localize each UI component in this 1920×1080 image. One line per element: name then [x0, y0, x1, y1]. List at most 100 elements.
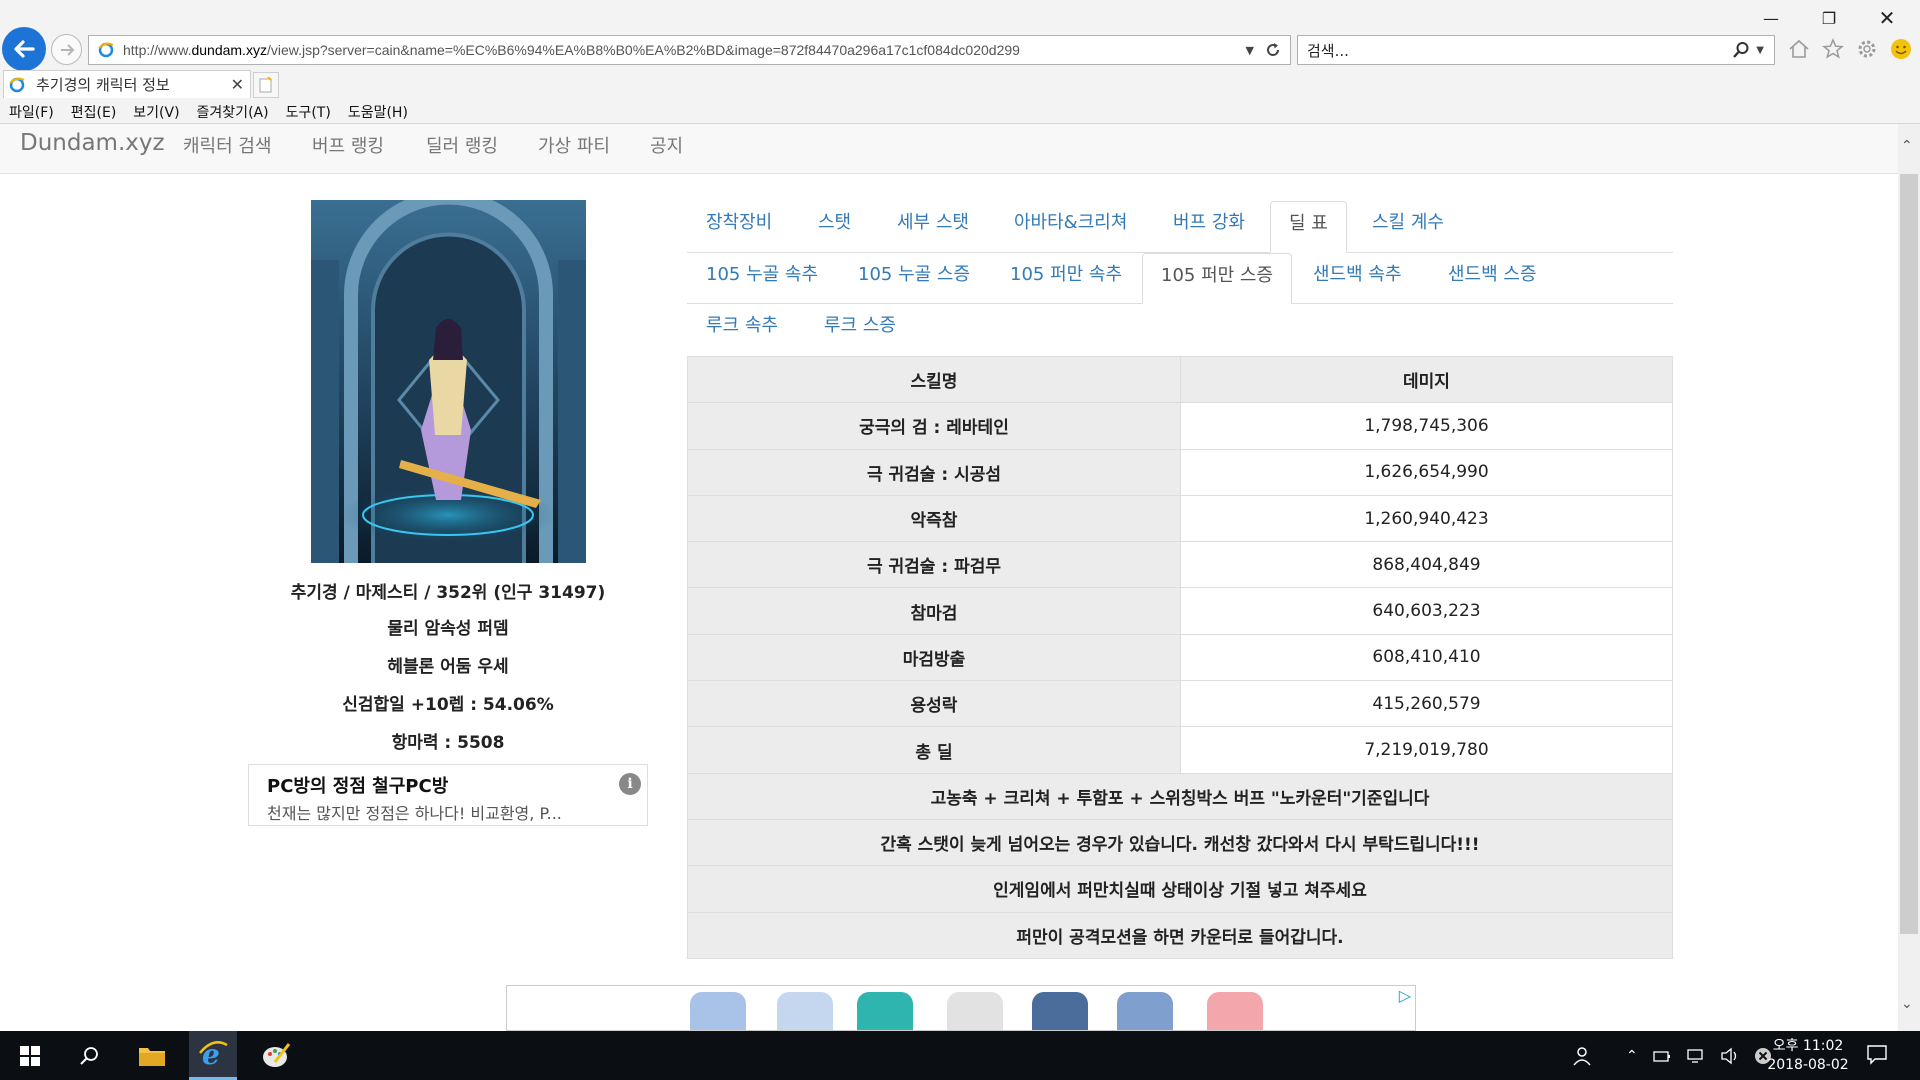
- bottom-banner-ad[interactable]: ▷: [506, 985, 1416, 1031]
- nav-dealer-ranking[interactable]: 딜러 랭킹: [426, 132, 498, 158]
- nav-notice[interactable]: 공지: [650, 132, 683, 158]
- tab-avatar-creature[interactable]: 아바타&크리쳐: [996, 201, 1145, 253]
- pc-cafe-ad[interactable]: PC방의 정점 철구PC방 천재는 많지만 정점은 하나다! 비교환영, P..…: [248, 764, 648, 826]
- dropdown-icon[interactable]: ▼: [1246, 44, 1254, 57]
- taskbar-file-explorer[interactable]: [128, 1031, 176, 1080]
- site-brand[interactable]: Dundam.xyz: [20, 130, 165, 156]
- ad-product-image[interactable]: [777, 992, 833, 1030]
- search-dropdown-icon[interactable]: ▼: [1756, 45, 1764, 56]
- ad-product-image[interactable]: [857, 992, 913, 1030]
- menu-help[interactable]: 도움말(H): [348, 102, 408, 122]
- ad-product-image[interactable]: [1207, 992, 1263, 1030]
- tab-buff-enhance[interactable]: 버프 강화: [1155, 201, 1263, 253]
- subtab-sandbag-skill[interactable]: 샌드백 스증: [1430, 253, 1555, 305]
- new-tab-icon: [259, 77, 272, 93]
- skill-name: 마검방출: [687, 633, 1181, 682]
- skill-damage: 868,404,849: [1180, 541, 1673, 589]
- minimize-button[interactable]: —: [1748, 6, 1794, 30]
- nav-character-search[interactable]: 캐릭터 검색: [183, 132, 272, 158]
- taskbar-internet-explorer[interactable]: e: [189, 1031, 237, 1080]
- character-anti-magic: 항마력 : 5508: [391, 733, 505, 753]
- network-icon[interactable]: [1686, 1047, 1706, 1065]
- taskbar-paint-app[interactable]: [252, 1031, 300, 1080]
- browser-tab-active[interactable]: 추기경의 캐릭터 정보 ✕: [3, 70, 251, 98]
- volume-icon[interactable]: [1720, 1047, 1740, 1065]
- scroll-up-icon[interactable]: ⌃: [1901, 138, 1913, 154]
- address-url[interactable]: http://www.dundam.xyz/view.jsp?server=ca…: [123, 42, 1246, 58]
- tab-title: 추기경의 캐릭터 정보: [36, 76, 170, 94]
- subtab-luke-speed[interactable]: 루크 속추: [688, 304, 796, 356]
- refresh-icon[interactable]: [1264, 41, 1282, 59]
- menu-favorites[interactable]: 즐겨찾기(A): [197, 102, 269, 122]
- subtab-sandbag-speed[interactable]: 샌드백 속추: [1295, 253, 1420, 305]
- ie-tab-icon: [9, 77, 25, 92]
- skill-damage: 415,260,579: [1180, 680, 1673, 728]
- ad-title[interactable]: PC방의 정점 철구PC방: [267, 772, 647, 798]
- page-scrollbar[interactable]: ⌃ ⌄: [1898, 124, 1920, 1031]
- search-icon[interactable]: [1732, 41, 1750, 59]
- favorites-star-icon[interactable]: [1820, 36, 1846, 62]
- ad-description[interactable]: 천재는 많지만 정점은 하나다! 비교환영, P...: [267, 800, 647, 824]
- scroll-thumb[interactable]: [1900, 174, 1918, 934]
- search-bar[interactable]: 검색... ▼: [1297, 35, 1775, 65]
- ad-product-image[interactable]: [947, 992, 1003, 1030]
- tab-skill-coefficient[interactable]: 스킬 계수: [1354, 201, 1462, 253]
- table-row: 악즉참 1,260,940,423: [687, 494, 1673, 543]
- folder-icon: [139, 1047, 165, 1066]
- ad-product-image[interactable]: [1117, 992, 1173, 1030]
- back-button[interactable]: [2, 27, 46, 71]
- nav-virtual-party[interactable]: 가상 파티: [538, 132, 610, 158]
- forward-button[interactable]: [51, 34, 82, 65]
- new-tab-button[interactable]: [253, 72, 279, 98]
- action-center-button[interactable]: [1866, 1043, 1888, 1069]
- start-button[interactable]: [6, 1031, 54, 1080]
- tab-close-icon[interactable]: ✕: [231, 75, 244, 94]
- tab-equipment[interactable]: 장착장비: [688, 201, 790, 253]
- home-icon[interactable]: [1786, 36, 1812, 62]
- table-row: 궁극의 검 : 레바테인 1,798,745,306: [687, 402, 1673, 450]
- people-icon[interactable]: [1570, 1045, 1592, 1067]
- subtab-nugol-speed[interactable]: 105 누골 속추: [688, 253, 836, 305]
- subtab-luke-skill[interactable]: 루크 스증: [806, 304, 914, 356]
- restore-button[interactable]: ❐: [1806, 6, 1852, 30]
- menu-file[interactable]: 파일(F): [9, 102, 54, 122]
- note-row: 고농축 + 크리쳐 + 투함포 + 스위칭박스 버프 "노카운터"기준입니다: [687, 772, 1673, 820]
- battery-icon[interactable]: [1652, 1048, 1672, 1064]
- adchoices-icon[interactable]: ▷: [1399, 986, 1411, 1005]
- total-damage-row: 총 딜 7,219,019,780: [687, 726, 1673, 774]
- skill-damage: 608,410,410: [1180, 633, 1673, 682]
- menu-edit[interactable]: 편집(E): [71, 102, 117, 122]
- note-counter: 퍼만이 공격모션을 하면 카운터로 들어갑니다.: [687, 911, 1673, 959]
- tab-stats[interactable]: 스탯: [800, 201, 869, 253]
- ad-info-icon[interactable]: i: [619, 773, 641, 795]
- tab-damage-table[interactable]: 딜 표: [1270, 201, 1347, 253]
- menu-view[interactable]: 보기(V): [133, 102, 179, 122]
- subtab-nugol-skill[interactable]: 105 누골 스증: [840, 253, 988, 305]
- skill-damage: 640,603,223: [1180, 587, 1673, 635]
- settings-gear-icon[interactable]: [1854, 36, 1880, 62]
- ad-product-image[interactable]: [690, 992, 746, 1030]
- search-input[interactable]: 검색...: [1307, 40, 1732, 61]
- tab-detail-stats[interactable]: 세부 스탯: [879, 201, 987, 253]
- ad-product-image[interactable]: [1032, 992, 1088, 1030]
- tray-expand-icon[interactable]: ⌃: [1626, 1048, 1638, 1064]
- note-row: 인게임에서 퍼만치실때 상태이상 기절 넣고 쳐주세요: [687, 865, 1673, 913]
- subtab-perman-speed[interactable]: 105 퍼만 속추: [992, 253, 1140, 305]
- clock-date: 2018-08-02: [1767, 1057, 1849, 1073]
- table-row: 용성락 415,260,579: [687, 680, 1673, 728]
- close-window-button[interactable]: ✕: [1864, 6, 1910, 30]
- address-bar[interactable]: http://www.dundam.xyz/view.jsp?server=ca…: [88, 35, 1291, 65]
- table-row: 참마검 640,603,223: [687, 587, 1673, 635]
- nav-buff-ranking[interactable]: 버프 랭킹: [312, 132, 384, 158]
- scroll-down-icon[interactable]: ⌄: [1901, 996, 1913, 1012]
- taskbar-search-button[interactable]: [66, 1031, 114, 1080]
- taskbar-clock[interactable]: 오후 11:02 2018-08-02: [1758, 1037, 1858, 1075]
- skill-name: 궁극의 검 : 레바테인: [687, 402, 1181, 450]
- subtab-perman-skill[interactable]: 105 퍼만 스증: [1142, 253, 1293, 304]
- table-row: 극 귀검술 : 파검무 868,404,849: [687, 541, 1673, 589]
- browser-chrome: — ❐ ✕ http://www.dundam.xyz/view.jsp?ser…: [0, 0, 1920, 124]
- menu-tools[interactable]: 도구(T): [286, 102, 331, 122]
- feedback-smiley-icon[interactable]: [1888, 36, 1914, 62]
- note-row: 간혹 스탯이 늦게 넘어오는 경우가 있습니다. 캐선창 갔다와서 다시 부탁드…: [687, 818, 1673, 867]
- skill-name: 참마검: [687, 587, 1181, 635]
